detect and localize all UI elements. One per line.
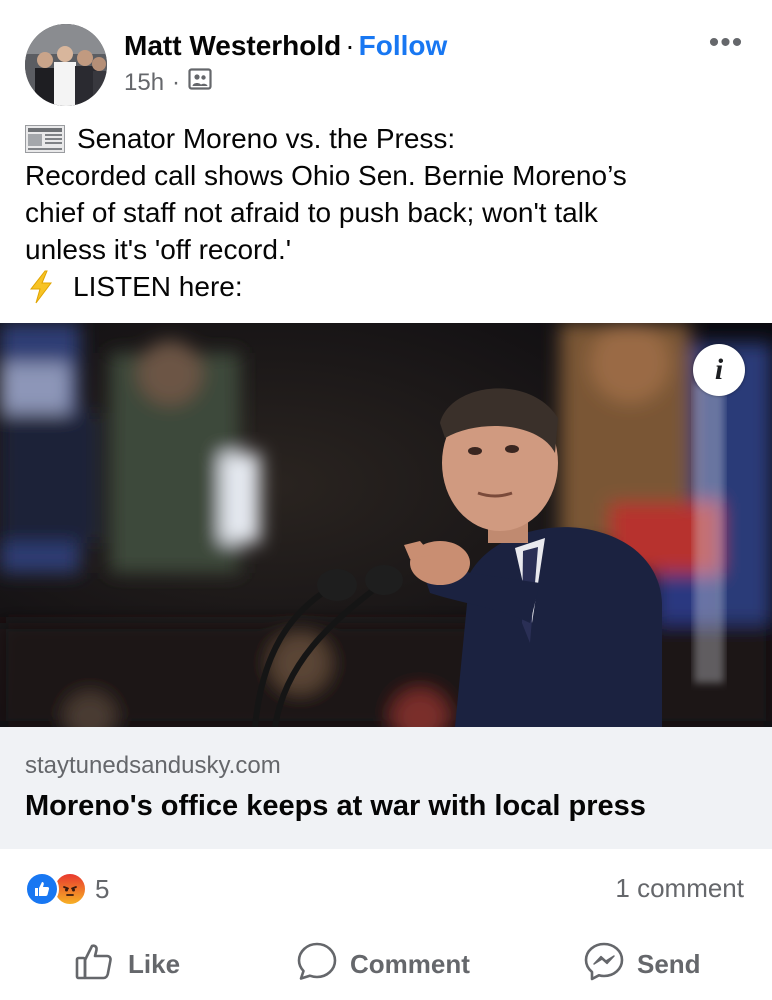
link-preview-card[interactable] xyxy=(0,727,772,849)
post-text-line-4: unless it's 'off record.' xyxy=(25,234,292,265)
post-text-line-3: chief of staff not afraid to push back; … xyxy=(25,197,598,228)
follow-button[interactable]: Follow xyxy=(359,30,448,61)
meta-separator: · xyxy=(172,68,181,96)
post-timestamp[interactable]: 15h xyxy=(124,69,164,97)
post-meta: 15h · xyxy=(124,68,212,97)
send-button[interactable]: Send xyxy=(583,935,701,993)
friends-photo-icon xyxy=(188,68,212,97)
like-button[interactable]: Like xyxy=(74,935,180,993)
link-domain[interactable]: staytunedsandusky.com xyxy=(25,752,281,780)
comment-label: Comment xyxy=(350,948,470,979)
post-text-line-2: Recorded call shows Ohio Sen. Bernie Mor… xyxy=(25,160,627,191)
send-label: Send xyxy=(637,948,701,979)
author-avatar[interactable] xyxy=(25,24,107,106)
comment-count-link[interactable]: 1 comment xyxy=(615,873,744,904)
reaction-count: 5 xyxy=(95,873,110,904)
reaction-summary[interactable]: 5 xyxy=(25,871,109,907)
thumbs-up-icon xyxy=(74,941,116,988)
author-name[interactable]: Matt Westerhold xyxy=(124,30,341,61)
post-actions: Like Comment Send xyxy=(0,935,772,993)
comment-button[interactable]: Comment xyxy=(296,935,470,993)
post-text-line: Senator Moreno vs. the Press: xyxy=(25,120,755,157)
lightning-bolt-icon xyxy=(25,270,57,304)
link-preview-image[interactable] xyxy=(0,323,772,727)
speaker-photo xyxy=(0,323,772,727)
like-reaction-icon xyxy=(25,872,59,906)
post-header: Matt Westerhold · Follow 15h · ••• xyxy=(0,0,772,118)
name-separator: · xyxy=(345,30,355,61)
post-text-line-1: Senator Moreno vs. the Press: xyxy=(77,123,456,154)
post-text-line: LISTEN here: xyxy=(25,268,755,305)
author-line: Matt Westerhold · Follow xyxy=(124,28,447,64)
more-options-icon[interactable]: ••• xyxy=(704,26,748,59)
post-text-line-5: LISTEN here: xyxy=(73,271,243,302)
newspaper-icon xyxy=(25,124,65,153)
avatar-photo xyxy=(25,24,107,106)
link-title[interactable]: Moreno's office keeps at war with local … xyxy=(25,790,646,823)
info-icon[interactable]: i xyxy=(693,344,745,396)
messenger-icon xyxy=(583,941,625,988)
post-text: Senator Moreno vs. the Press: Recorded c… xyxy=(25,120,755,305)
comment-bubble-icon xyxy=(296,941,338,988)
like-label: Like xyxy=(128,948,181,979)
